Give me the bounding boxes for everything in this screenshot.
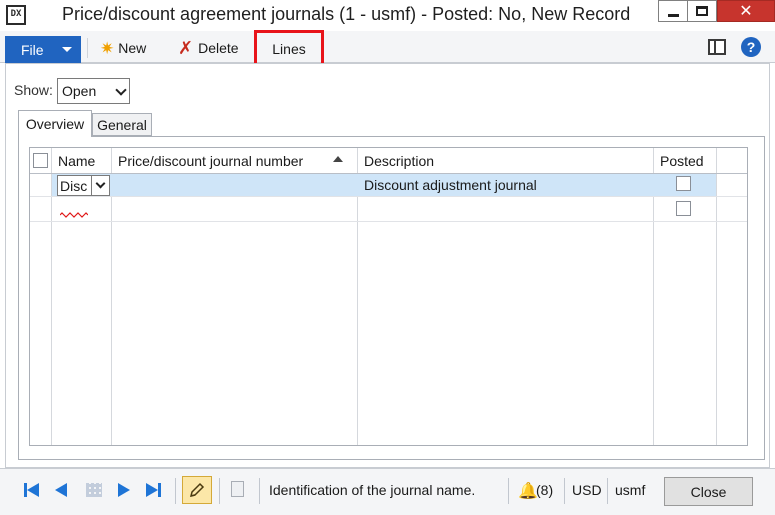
file-label: File [21,41,44,58]
currency-indicator[interactable]: USD [572,482,602,498]
layout-toggle-icon[interactable] [708,39,726,55]
statusbar-separator [508,478,509,504]
tab-general-label: General [97,116,147,133]
description-cell[interactable]: Discount adjustment journal [364,177,537,193]
pencil-icon [189,482,205,498]
grid-view-icon [86,483,102,497]
statusbar-separator [175,478,176,504]
column-header-description[interactable]: Description [358,148,434,174]
previous-record-button[interactable] [55,480,67,500]
ribbon-separator [87,38,88,58]
window-close-button[interactable]: ✕ [717,0,775,22]
row-divider [30,221,747,222]
close-icon: ✕ [739,3,753,20]
company-indicator[interactable]: usmf [615,482,645,498]
help-icon[interactable]: ? [741,37,761,57]
last-record-button[interactable] [146,480,161,500]
required-field-indicator [60,212,88,218]
show-label: Show: [14,82,53,98]
edit-mode-button[interactable] [182,476,212,504]
statusbar-separator [259,478,260,504]
name-dropdown-button[interactable] [91,176,109,195]
previous-record-icon [55,483,67,497]
sort-ascending-icon [333,156,343,162]
lines-button[interactable]: Lines [254,30,324,67]
name-combobox[interactable]: Disc [57,175,110,196]
field-help-text: Identification of the journal name. [269,482,476,498]
name-value: Disc [60,177,88,194]
statusbar-separator [219,478,220,504]
close-button[interactable]: Close [664,477,753,506]
next-record-button[interactable] [118,480,130,500]
first-record-button[interactable] [24,480,39,500]
new-button[interactable]: ✷ New [100,36,146,60]
delete-x-icon: ✗ [178,38,194,58]
last-record-icon [146,483,158,497]
attachments-icon[interactable] [231,481,244,497]
maximize-button[interactable] [687,0,717,22]
chevron-down-icon [115,84,127,96]
notifications-bell-icon[interactable]: 🔔 [518,481,538,501]
tab-general[interactable]: General [92,113,152,136]
posted-checkbox[interactable] [676,176,691,191]
column-header-journal-number[interactable]: Price/discount journal number [112,148,303,174]
app-icon: DX [6,5,26,25]
tab-overview-label: Overview [25,116,85,132]
next-record-icon [118,483,130,497]
show-filter-value: Open [62,83,97,99]
chevron-down-icon [61,47,72,52]
lines-label: Lines [272,40,306,57]
record-grid-button[interactable] [86,480,102,500]
notification-count[interactable]: (8) [536,482,553,498]
statusbar-separator [564,478,565,504]
delete-button[interactable]: ✗ Delete [178,36,239,60]
first-record-icon [27,483,39,497]
show-filter-select[interactable]: Open [57,78,130,104]
close-label: Close [690,483,727,500]
delete-label: Delete [198,40,239,56]
posted-checkbox[interactable] [676,201,691,216]
select-all-checkbox[interactable] [33,153,48,168]
column-header-posted[interactable]: Posted [654,148,704,174]
file-menu-button[interactable]: File [5,36,81,63]
minimize-icon [667,13,679,17]
row-divider [30,196,747,197]
minimize-button[interactable] [658,0,687,22]
new-star-icon: ✷ [100,38,115,58]
journals-grid: Name Price/discount journal number Descr… [29,147,748,446]
grid-column-divider [716,148,717,445]
column-header-name[interactable]: Name [52,148,95,174]
new-label: New [118,40,147,56]
window-title: Price/discount agreement journals (1 - u… [62,4,631,24]
chevron-down-icon [95,178,106,189]
tab-overview[interactable]: Overview [18,110,92,137]
last-record-icon-bar [158,483,161,497]
maximize-icon [696,6,708,16]
statusbar-separator [607,478,608,504]
